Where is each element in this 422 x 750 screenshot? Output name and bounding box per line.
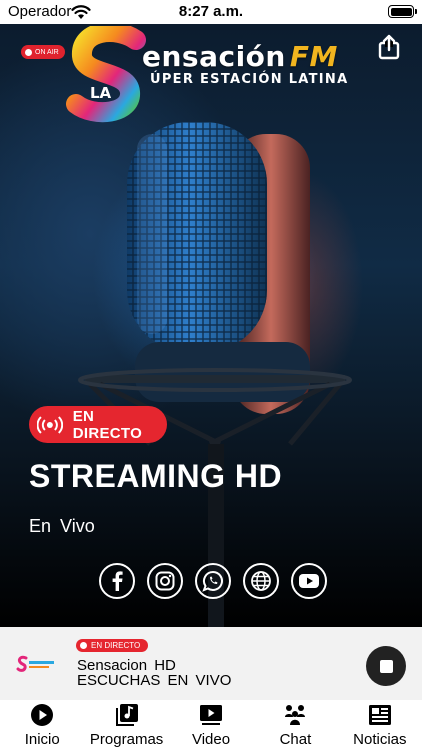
facebook-icon[interactable] bbox=[99, 563, 135, 599]
tab-inicio[interactable]: Inicio bbox=[0, 700, 84, 750]
social-links bbox=[99, 563, 327, 599]
logo-brand: ensación FM bbox=[142, 40, 338, 73]
whatsapp-icon[interactable] bbox=[195, 563, 231, 599]
tab-bar: Inicio Programas Video Chat Noticias bbox=[0, 700, 422, 750]
player-live-pill: EN DIRECTO bbox=[76, 639, 149, 652]
play-circle-icon bbox=[31, 704, 54, 726]
live-badge: EN DIRECTO bbox=[29, 406, 167, 443]
news-icon bbox=[368, 705, 391, 725]
clock: 8:27 a.m. bbox=[178, 3, 244, 20]
now-playing-bar[interactable]: EN DIRECTO Sensacion HD ESCUCHAS EN VIVO bbox=[0, 627, 422, 700]
station-thumbnail bbox=[16, 655, 54, 672]
hero-banner: ON AIR LA ensación FM ÚPER ESTACIÓN LATIN… bbox=[0, 24, 422, 627]
tab-chat[interactable]: Chat bbox=[253, 700, 337, 750]
battery-icon bbox=[388, 5, 417, 18]
broadcast-icon bbox=[37, 415, 63, 434]
tab-video[interactable]: Video bbox=[169, 700, 253, 750]
video-screen-icon bbox=[200, 705, 223, 725]
stream-subtitle: En Vivo bbox=[29, 516, 95, 536]
station-logo: LA ensación FM ÚPER ESTACIÓN LATINA bbox=[66, 26, 376, 126]
logo-prefix: LA bbox=[90, 84, 112, 102]
on-air-badge: ON AIR bbox=[21, 45, 65, 59]
youtube-icon[interactable] bbox=[291, 563, 327, 599]
logo-tagline: ÚPER ESTACIÓN LATINA bbox=[150, 72, 349, 87]
tab-programas[interactable]: Programas bbox=[84, 700, 168, 750]
stop-icon bbox=[379, 659, 393, 673]
globe-icon[interactable] bbox=[243, 563, 279, 599]
users-icon bbox=[285, 705, 306, 725]
stop-button[interactable] bbox=[366, 646, 406, 686]
player-subtitle: ESCUCHAS EN VIVO bbox=[77, 672, 232, 689]
status-bar: Operador 8:27 a.m. bbox=[0, 0, 422, 24]
stream-title: STREAMING HD bbox=[29, 458, 283, 494]
instagram-icon[interactable] bbox=[147, 563, 183, 599]
tab-noticias[interactable]: Noticias bbox=[338, 700, 422, 750]
share-icon[interactable] bbox=[378, 34, 400, 60]
music-library-icon bbox=[115, 704, 138, 726]
